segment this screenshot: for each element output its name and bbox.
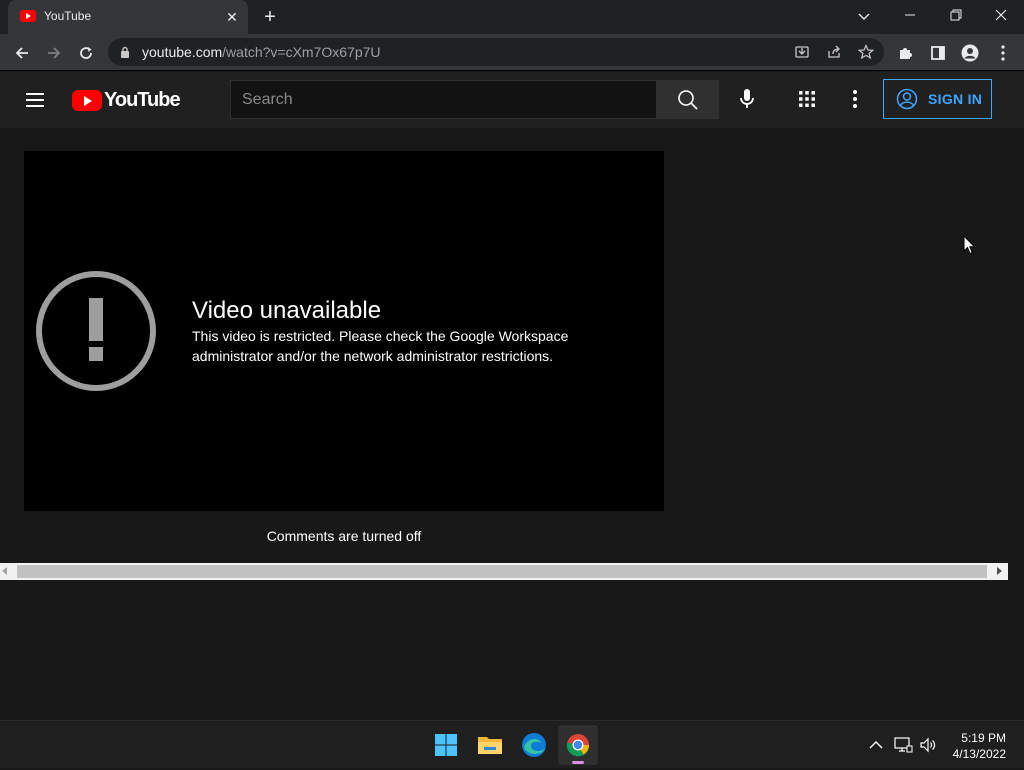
account-circle-icon (896, 88, 918, 110)
browser-menu-icon[interactable] (990, 40, 1016, 66)
youtube-play-logo-icon (72, 89, 102, 111)
mouse-cursor-icon (963, 235, 976, 255)
close-window-icon[interactable] (989, 6, 1013, 26)
clock-date[interactable]: 4/13/2022 (944, 747, 1006, 761)
show-hidden-icons-chevron-icon[interactable] (866, 735, 886, 755)
minimize-window-icon[interactable] (898, 6, 922, 26)
file-explorer-icon[interactable] (470, 725, 510, 765)
browser-tab-strip: YouTube ✕ + (0, 0, 1024, 34)
new-tab-button[interactable]: + (260, 7, 280, 27)
sign-in-label: SIGN IN (928, 91, 983, 107)
search-box (230, 80, 656, 119)
extensions-puzzle-icon[interactable] (893, 40, 919, 66)
search-button[interactable] (656, 80, 719, 119)
tab-title: YouTube (44, 9, 92, 23)
tab-search-icon[interactable] (852, 6, 876, 26)
sign-in-button[interactable]: SIGN IN (883, 79, 992, 119)
profile-avatar-icon[interactable] (957, 40, 983, 66)
scroll-left-arrow-icon[interactable] (2, 567, 7, 575)
more-options-icon[interactable] (842, 86, 868, 112)
forward-arrow-icon[interactable] (41, 40, 67, 66)
edge-browser-icon[interactable] (514, 725, 554, 765)
exclamation-error-icon (36, 271, 156, 391)
tab-close-icon[interactable]: ✕ (224, 9, 240, 25)
youtube-favicon-icon (20, 10, 36, 22)
voice-search-button[interactable] (730, 82, 764, 116)
youtube-logo-text: YouTube (104, 88, 181, 111)
back-arrow-icon[interactable] (9, 40, 35, 66)
reload-icon[interactable] (73, 40, 99, 66)
windows-start-icon[interactable] (426, 725, 466, 765)
error-description: This video is restricted. Please check t… (192, 328, 569, 364)
browser-tab[interactable]: YouTube ✕ (8, 0, 248, 34)
apps-grid-icon[interactable] (794, 86, 820, 112)
lock-icon (121, 46, 129, 58)
horizontal-scrollbar[interactable] (0, 563, 1008, 580)
restore-window-icon[interactable] (944, 6, 968, 26)
clock-time[interactable]: 5:19 PM (950, 731, 1006, 745)
search-input[interactable] (231, 81, 656, 118)
scroll-right-arrow-icon[interactable] (997, 567, 1002, 575)
share-icon[interactable] (824, 42, 844, 62)
active-app-indicator (572, 761, 584, 764)
video-player[interactable]: Video unavailable This video is restrict… (24, 151, 664, 511)
volume-icon[interactable] (918, 735, 938, 755)
side-panel-icon[interactable] (925, 40, 951, 66)
youtube-masthead: YouTube (0, 72, 1024, 128)
search-icon (678, 90, 698, 110)
browser-toolbar: youtube.com/watch?v=cXm7Ox67p7U (0, 34, 1024, 71)
hamburger-menu-icon[interactable] (24, 90, 48, 110)
windows-taskbar: 5:19 PM 4/13/2022 (0, 720, 1024, 768)
chrome-browser-icon[interactable] (558, 725, 598, 765)
error-title: Video unavailable (192, 297, 382, 324)
install-icon[interactable] (792, 42, 812, 62)
youtube-logo[interactable]: YouTube (72, 88, 181, 112)
url-text: youtube.com/watch?v=cXm7Ox67p7U (142, 44, 381, 60)
bookmark-star-icon[interactable] (856, 42, 876, 62)
microphone-icon (740, 89, 754, 108)
scrollbar-thumb[interactable] (17, 565, 987, 578)
comments-status: Comments are turned off (266, 528, 422, 544)
address-bar[interactable]: youtube.com/watch?v=cXm7Ox67p7U (108, 38, 884, 66)
network-icon[interactable] (893, 735, 913, 755)
